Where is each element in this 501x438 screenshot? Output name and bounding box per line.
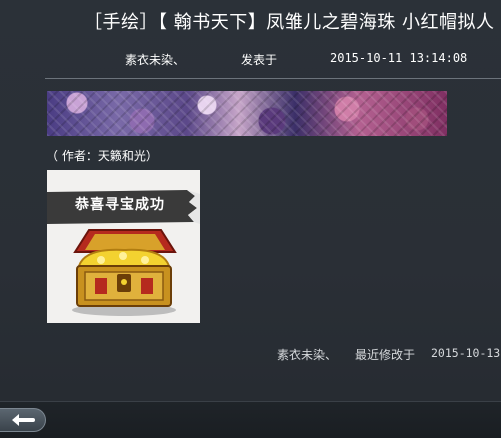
post-author[interactable]: 素衣未染、 bbox=[125, 51, 185, 68]
divider bbox=[45, 78, 501, 79]
back-arrow-icon bbox=[12, 414, 35, 426]
treasure-chest-icon bbox=[72, 229, 177, 316]
footer-author[interactable]: 素衣未染、 bbox=[277, 346, 337, 363]
banner-pattern bbox=[47, 91, 447, 136]
artist-credit: （ 作者：天籁和光） bbox=[46, 149, 158, 163]
post-view: ［手绘］【 翰书天下】凤雏儿之碧海珠 小红帽拟人 素衣未染、 发表于 2015-… bbox=[0, 0, 501, 438]
treasure-caption: 恭喜寻宝成功 bbox=[75, 197, 165, 213]
decorative-banner-image bbox=[47, 91, 447, 136]
back-button[interactable] bbox=[0, 408, 46, 432]
modified-date: 2015-10-13 bbox=[431, 346, 501, 360]
bottom-toolbar bbox=[0, 401, 501, 438]
posted-label: 发表于 bbox=[241, 53, 278, 67]
treasure-found-image[interactable]: 恭喜寻宝成功 bbox=[47, 170, 200, 323]
post-title: ［手绘］【 翰书天下】凤雏儿之碧海珠 小红帽拟人 bbox=[84, 12, 495, 33]
posted-date: 2015-10-11 13:14:08 bbox=[330, 51, 468, 65]
modified-label: 最近修改于 bbox=[355, 348, 416, 362]
